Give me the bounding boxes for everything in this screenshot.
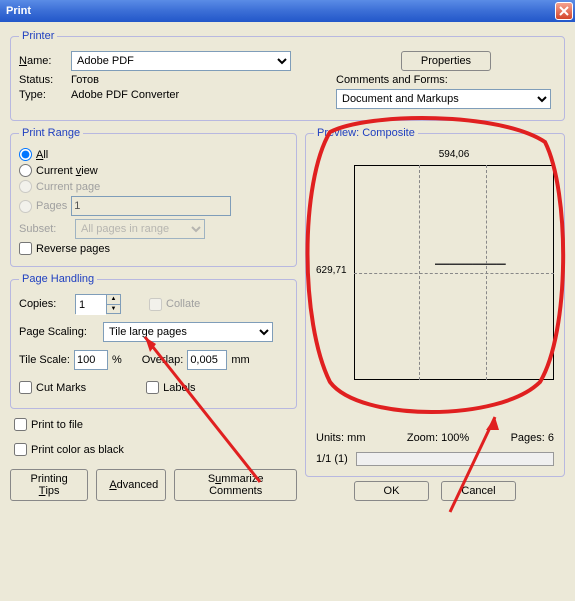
printer-legend: Printer [19, 30, 57, 42]
advanced-button[interactable]: Advanced [96, 469, 166, 501]
zoom-label: Zoom: 100% [407, 432, 469, 444]
preview-height-dim: 629,71 [316, 265, 347, 276]
range-currentpage-label: Current page [36, 181, 100, 193]
summarize-comments-button[interactable]: Summarize Comments [174, 469, 297, 501]
comments-label: Comments and Forms: [336, 74, 448, 86]
printing-tips-button[interactable]: Printing Tips [10, 469, 88, 501]
title-bar: Print [0, 0, 575, 22]
page-handling-fieldset: Page Handling Copies: ▲▼ Collate Page Sc… [10, 273, 297, 409]
printer-fieldset: Printer NName:ame: Adobe PDF Status: Гот… [10, 30, 565, 121]
overlap-input[interactable] [187, 350, 227, 370]
page-slider[interactable] [356, 452, 554, 466]
overlap-label: Overlap: [142, 354, 184, 366]
print-dialog: Printer NName:ame: Adobe PDF Status: Гот… [0, 22, 575, 598]
type-label: Type: [19, 89, 67, 101]
cancel-button[interactable]: Cancel [441, 481, 516, 501]
percent-label: % [112, 354, 122, 366]
range-legend: Print Range [19, 127, 83, 139]
preview-legend: Preview: Composite [314, 127, 418, 139]
comments-forms-select[interactable]: Document and Markups [336, 89, 551, 109]
range-currentpage-radio [19, 180, 32, 193]
type-value: Adobe PDF Converter [71, 89, 179, 101]
cutmarks-checkbox[interactable] [19, 381, 32, 394]
labels-label: Labels [163, 382, 195, 394]
labels-checkbox[interactable] [146, 381, 159, 394]
cutmarks-label: Cut Marks [36, 382, 86, 394]
tile-scale-input[interactable] [74, 350, 108, 370]
print-to-file-checkbox[interactable] [14, 418, 27, 431]
mm-label: mm [231, 354, 249, 366]
page-scaling-select[interactable]: Tile large pages [103, 322, 273, 342]
scaling-label: Page Scaling: [19, 326, 99, 338]
preview-width-dim: 594,06 [354, 149, 554, 160]
copies-spinner[interactable]: ▲▼ [75, 294, 121, 314]
copies-input[interactable] [76, 295, 106, 315]
pages-label: Pages: 6 [511, 432, 554, 444]
close-button[interactable] [555, 2, 573, 20]
reverse-pages-label: Reverse pages [36, 243, 110, 255]
range-pages-input [71, 196, 231, 216]
handling-legend: Page Handling [19, 273, 97, 285]
reverse-pages-checkbox[interactable] [19, 242, 32, 255]
preview-content: ▬▬▬▬▬▬▬▬▬▬▬▬▬▬▬ [435, 261, 555, 267]
ok-button[interactable]: OK [354, 481, 429, 501]
tile-line [354, 273, 554, 274]
collate-checkbox [149, 298, 162, 311]
range-pages-label: Pages [36, 200, 67, 212]
printer-name-select[interactable]: Adobe PDF [71, 51, 291, 71]
print-to-file-label: Print to file [31, 419, 83, 431]
copies-label: Copies: [19, 298, 71, 310]
print-color-black-label: Print color as black [31, 444, 124, 456]
spinner-down-icon[interactable]: ▼ [106, 305, 120, 314]
preview-area: 594,06 629,71 ▬▬▬▬▬▬▬▬▬▬▬▬▬▬▬ [314, 145, 556, 426]
range-currentview-label: Current view [36, 165, 98, 177]
preview-fieldset: Preview: Composite 594,06 629,71 ▬▬▬▬▬▬▬… [305, 127, 565, 477]
status-label: Status: [19, 74, 67, 86]
units-label: Units: mm [316, 432, 366, 444]
tile-scale-label: Tile Scale: [19, 354, 70, 366]
print-color-black-checkbox[interactable] [14, 443, 27, 456]
properties-button[interactable]: Properties [401, 51, 491, 71]
status-value: Готов [71, 74, 99, 86]
window-title: Print [6, 5, 31, 17]
collate-label: Collate [166, 298, 200, 310]
name-label: NName:ame: [19, 55, 67, 67]
print-range-fieldset: Print Range All Current view Current pag… [10, 127, 297, 267]
range-currentview-radio[interactable] [19, 164, 32, 177]
page-indicator: 1/1 (1) [316, 453, 348, 465]
close-icon [559, 6, 569, 16]
spinner-up-icon[interactable]: ▲ [106, 295, 120, 305]
subset-label: Subset: [19, 223, 71, 235]
subset-select: All pages in range [75, 219, 205, 239]
range-all-radio[interactable] [19, 148, 32, 161]
range-pages-radio [19, 200, 32, 213]
range-all-label: All [36, 149, 48, 161]
